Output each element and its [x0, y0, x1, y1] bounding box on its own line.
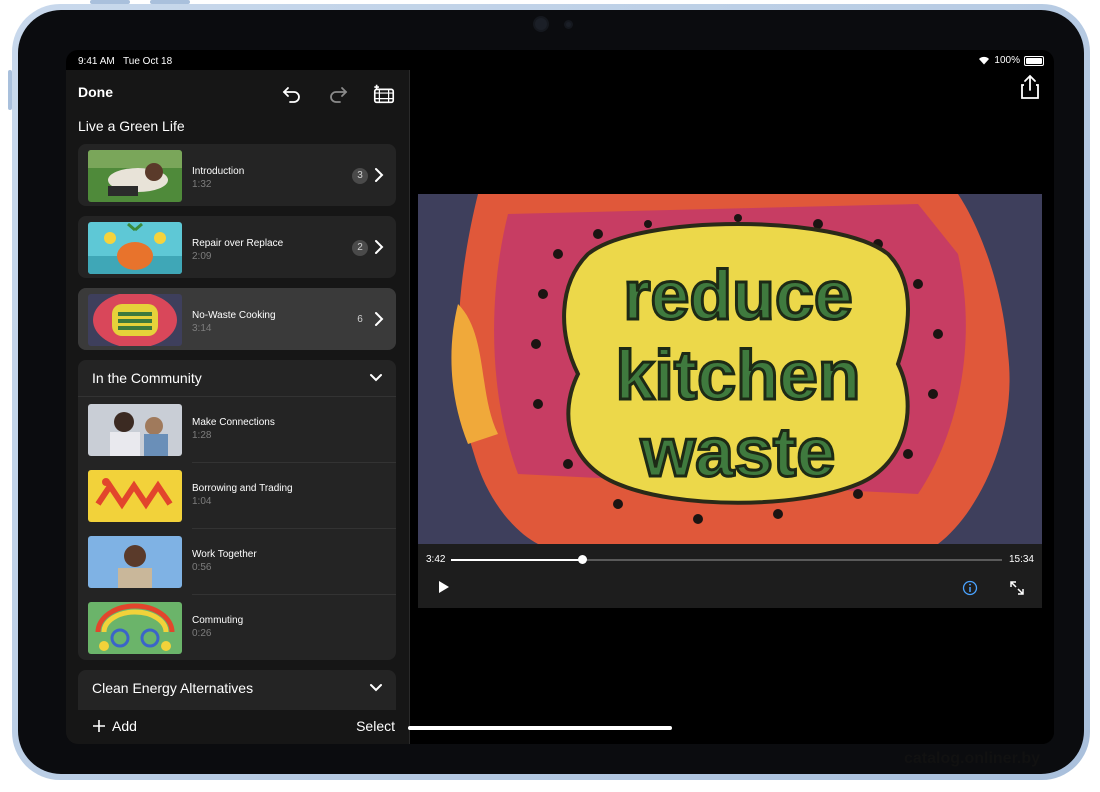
add-label: Add	[112, 718, 137, 734]
clip-duration: 0:26	[192, 628, 212, 639]
battery-icon	[1024, 55, 1044, 66]
chapter-name: Repair over Replace	[192, 238, 284, 249]
current-time: 3:42	[426, 554, 446, 565]
chapter-name: Introduction	[192, 166, 245, 177]
scrubber-knob[interactable]	[577, 555, 587, 564]
chapter-thumbnail	[88, 150, 182, 202]
chevron-down-icon[interactable]	[368, 681, 384, 695]
clip-row-commuting[interactable]: Commuting 0:26	[78, 595, 396, 660]
section-header[interactable]: Clean Energy Alternatives	[78, 670, 396, 706]
section-header[interactable]: In the Community	[78, 360, 396, 397]
clip-duration: 0:56	[192, 562, 212, 573]
chapter-duration: 2:09	[192, 251, 212, 262]
clip-row-work-together[interactable]: Work Together 0:56	[78, 529, 396, 595]
sidebar-toolbar: Done	[78, 82, 396, 106]
video-text-waste: waste	[640, 413, 836, 491]
clip-count-badge: 6	[357, 314, 363, 325]
status-time: 9:41 AM	[78, 56, 115, 67]
screen: 9:41 AM Tue Oct 18 100% Done Live a Gree	[66, 50, 1054, 744]
chapter-duration: 1:32	[192, 179, 212, 190]
section-title: Clean Energy Alternatives	[92, 680, 254, 696]
home-indicator[interactable]	[408, 726, 672, 730]
clip-duration: 1:28	[192, 430, 212, 441]
chapter-thumbnail	[88, 222, 182, 274]
clip-thumbnail	[88, 536, 182, 588]
side-button	[8, 70, 12, 110]
clip-name: Work Together	[192, 549, 257, 560]
chapter-thumbnail	[88, 294, 182, 346]
clip-count-badge: 2	[352, 240, 368, 256]
sidebar-bottom-bar: Add Select	[66, 710, 409, 744]
undo-icon[interactable]	[280, 82, 304, 106]
playback-controls: 3:42 15:34	[418, 544, 1042, 608]
chevron-right-icon	[375, 168, 384, 182]
add-media-icon[interactable]	[372, 82, 396, 106]
status-bar: 9:41 AM Tue Oct 18 100%	[66, 50, 1054, 70]
chapter-row-no-waste-cooking[interactable]: No-Waste Cooking 3:14 6	[78, 288, 396, 350]
section-title: In the Community	[92, 370, 202, 386]
plus-icon	[93, 720, 105, 732]
scrubber-track[interactable]	[451, 555, 1002, 564]
clip-name: Commuting	[192, 615, 244, 626]
status-date: Tue Oct 18	[123, 56, 173, 67]
chapter-row-introduction[interactable]: Introduction 1:32 3	[78, 144, 396, 206]
scrubber-fill	[451, 559, 582, 561]
chapter-duration: 3:14	[192, 323, 212, 334]
watermark-text: catalog.onliner.by	[904, 750, 1041, 767]
redo-icon[interactable]	[326, 82, 350, 106]
clip-count-badge: 3	[352, 168, 368, 184]
section-in-the-community: In the Community Make Connections 1:28 B…	[78, 360, 396, 660]
top-button	[90, 0, 130, 4]
play-icon[interactable]	[438, 580, 450, 594]
chapter-card[interactable]: Introduction 1:32 3	[78, 144, 396, 206]
clip-row-borrowing[interactable]: Borrowing and Trading 1:04	[78, 463, 396, 529]
clip-thumbnail	[88, 602, 182, 654]
preview-pane: reduce kitchen waste 3:42 15:34	[410, 70, 1054, 744]
share-icon[interactable]	[1018, 74, 1042, 100]
clip-thumbnail	[88, 404, 182, 456]
battery-percent: 100%	[994, 55, 1020, 66]
top-button	[150, 0, 190, 4]
video-text-reduce: reduce	[623, 256, 853, 334]
section-clean-energy: Clean Energy Alternatives	[78, 670, 396, 710]
camera-sensor	[566, 22, 571, 27]
chapter-row-repair[interactable]: Repair over Replace 2:09 2	[78, 216, 396, 278]
video-text-kitchen: kitchen	[615, 336, 860, 414]
clip-name: Make Connections	[192, 417, 275, 428]
clip-row-make-connections[interactable]: Make Connections 1:28	[78, 397, 396, 463]
video-frame[interactable]: reduce kitchen waste	[418, 194, 1042, 544]
sidebar: Done Live a Green Life Introduction 1:32…	[66, 70, 409, 744]
done-button[interactable]: Done	[78, 84, 113, 100]
add-button[interactable]: Add	[92, 718, 137, 734]
select-button[interactable]: Select	[356, 718, 395, 734]
camera	[535, 18, 547, 30]
chevron-right-icon	[375, 312, 384, 326]
clip-name: Borrowing and Trading	[192, 483, 293, 494]
expand-icon[interactable]	[1008, 579, 1026, 597]
clip-duration: 1:04	[192, 496, 212, 507]
video-artwork: reduce kitchen waste	[418, 194, 1042, 544]
chevron-right-icon	[375, 240, 384, 254]
chapter-card[interactable]: Repair over Replace 2:09 2	[78, 216, 396, 278]
total-time: 15:34	[1008, 554, 1034, 565]
project-title: Live a Green Life	[78, 118, 185, 134]
chapter-card[interactable]: No-Waste Cooking 3:14 6	[78, 288, 396, 350]
chapter-name: No-Waste Cooking	[192, 310, 276, 321]
wifi-icon	[979, 56, 990, 65]
info-icon[interactable]	[962, 580, 978, 596]
clip-thumbnail	[88, 470, 182, 522]
chevron-down-icon[interactable]	[368, 371, 384, 385]
